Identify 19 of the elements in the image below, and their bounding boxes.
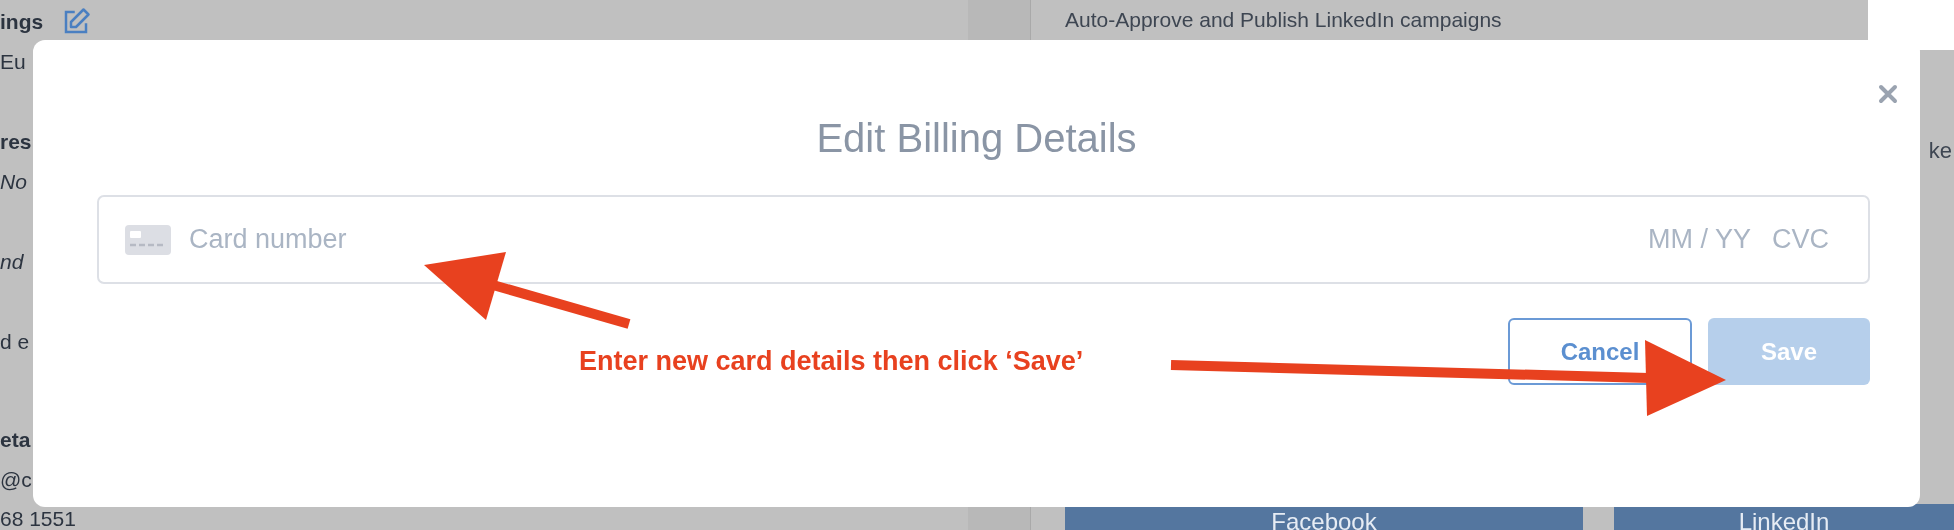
card-number-input[interactable]: Card number xyxy=(187,223,1646,256)
annotation-text: Enter new card details then click ‘Save’ xyxy=(579,346,1084,377)
credit-card-icon xyxy=(125,224,171,255)
expiry-input[interactable]: MM / YY xyxy=(1646,223,1760,256)
detail-text: No xyxy=(0,169,27,195)
cvc-input[interactable]: CVC xyxy=(1770,223,1844,256)
close-icon[interactable] xyxy=(1878,84,1898,104)
section-heading: res xyxy=(0,129,32,155)
detail-text: Eu xyxy=(0,49,26,75)
detail-text: @c xyxy=(0,467,32,493)
detail-text: d e xyxy=(0,329,30,355)
section-heading: ings xyxy=(0,9,44,35)
setting-text: ke xyxy=(1928,138,1952,164)
detail-text: 68 1551 xyxy=(0,508,76,530)
campaign-setting-text: Auto-Approve and Publish LinkedIn campaigns xyxy=(1065,8,1503,32)
detail-text: nd xyxy=(0,249,24,275)
section-heading: eta xyxy=(0,427,31,453)
dialog-title: Edit Billing Details xyxy=(816,116,1137,161)
card-input-field[interactable]: Card number MM / YY CVC xyxy=(97,195,1870,284)
